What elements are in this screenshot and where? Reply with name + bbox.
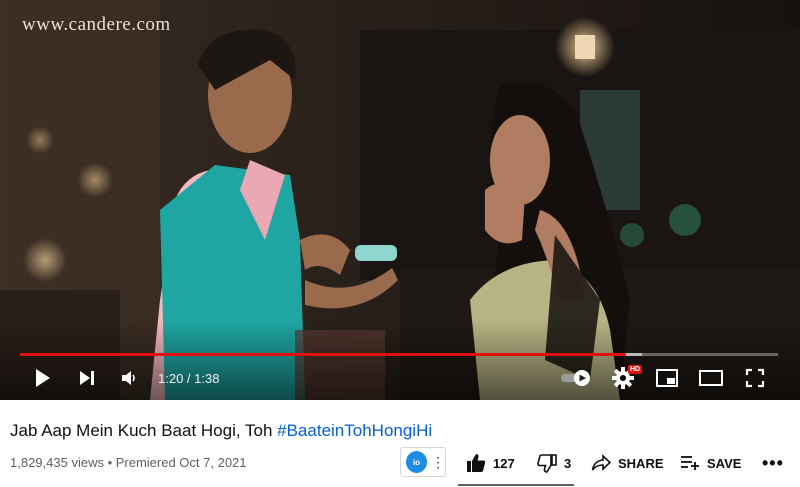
miniplayer-button[interactable] <box>655 366 679 390</box>
more-actions-button[interactable]: ••• <box>762 452 784 474</box>
share-icon <box>591 454 611 471</box>
channel-logo: io <box>406 451 427 473</box>
watermark: www.candere.com <box>22 14 171 35</box>
views-and-date: 1,829,435 views • Premiered Oct 7, 2021 <box>10 455 247 470</box>
video-title: Jab Aap Mein Kuch Baat Hogi, Toh #Baatei… <box>10 421 432 441</box>
miniplayer-icon <box>656 369 678 387</box>
like-button[interactable]: 127 <box>466 452 515 474</box>
play-icon <box>36 369 50 387</box>
dislike-count: 3 <box>564 455 572 471</box>
volume-button[interactable] <box>118 366 140 390</box>
fullscreen-icon <box>745 368 765 388</box>
rating-bar <box>458 484 574 486</box>
video-title-text: Jab Aap Mein Kuch Baat Hogi, Toh <box>10 421 278 440</box>
hd-badge: HD <box>628 365 643 374</box>
played-bar <box>20 353 627 356</box>
autoplay-toggle[interactable] <box>560 366 592 390</box>
thumbs-down-icon <box>537 454 557 473</box>
thumbs-up-icon <box>467 454 486 472</box>
time-display: 1:20 / 1:38 <box>158 371 220 386</box>
fullscreen-button[interactable] <box>744 366 766 390</box>
video-player[interactable]: www.candere.com 1:20 / 1:38 HD <box>0 0 800 400</box>
volume-icon <box>122 371 135 385</box>
theater-mode-button[interactable] <box>699 366 723 390</box>
save-label: SAVE <box>707 455 742 471</box>
next-button[interactable] <box>76 366 98 390</box>
more-horiz-icon: ••• <box>762 452 784 473</box>
like-count: 127 <box>493 455 515 471</box>
theater-mode-icon <box>699 370 723 386</box>
autoplay-toggle-icon <box>561 370 590 386</box>
share-label: SHARE <box>618 455 664 471</box>
dislike-button[interactable]: 3 <box>537 452 571 474</box>
next-icon <box>80 371 94 385</box>
more-vert-icon[interactable]: ⋮ <box>431 455 445 469</box>
save-button[interactable]: SAVE <box>680 452 741 474</box>
share-button[interactable]: SHARE <box>591 452 664 474</box>
channel-chip[interactable]: io ⋮ <box>400 447 446 477</box>
playlist-add-icon <box>681 456 699 470</box>
progress-bar[interactable] <box>20 353 778 356</box>
hashtag-link[interactable]: #BaateinTohHongiHi <box>277 421 432 440</box>
play-button[interactable] <box>32 366 54 390</box>
